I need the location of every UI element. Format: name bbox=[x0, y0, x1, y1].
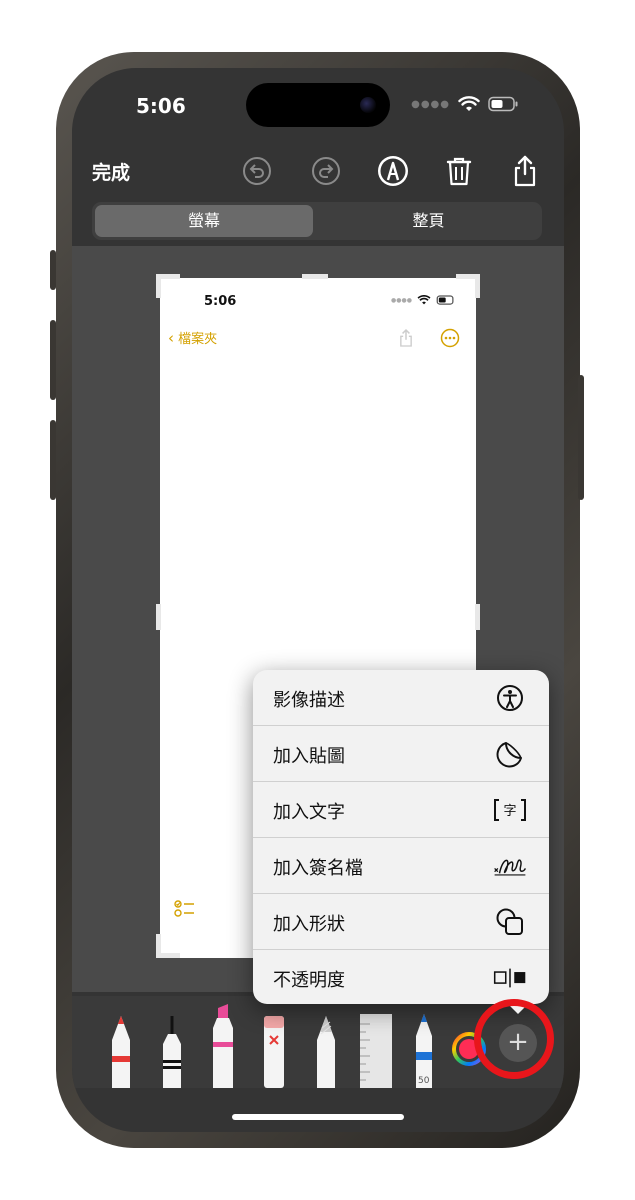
signature-icon bbox=[493, 849, 527, 883]
menu-item-opacity[interactable]: 不透明度 bbox=[253, 950, 549, 1004]
dynamic-island bbox=[246, 83, 390, 127]
crop-handle-right[interactable] bbox=[475, 604, 480, 630]
volume-down-button bbox=[50, 420, 56, 500]
phone-screen: 5:06 ●●●● 完成 螢幕 整頁 5:06 ●●●● ‹ 檔案夾 50 影像… bbox=[72, 68, 564, 1132]
wifi-icon bbox=[458, 96, 480, 111]
power-button bbox=[578, 375, 584, 500]
menu-item-label: 加入形狀 bbox=[273, 914, 345, 935]
share-button[interactable] bbox=[508, 154, 542, 188]
redo-button[interactable] bbox=[309, 154, 343, 188]
tab-screen[interactable]: 螢幕 bbox=[95, 205, 313, 237]
menu-item-add-text[interactable]: 加入文字 字 bbox=[253, 782, 549, 838]
preview-back-label: 檔案夾 bbox=[178, 332, 218, 347]
preview-share-icon bbox=[400, 328, 412, 347]
menu-item-add-sticker[interactable]: 加入貼圖 bbox=[253, 726, 549, 782]
share-icon bbox=[514, 155, 536, 187]
highlight-ring bbox=[474, 999, 554, 1079]
preview-checklist-icon bbox=[174, 900, 194, 917]
sticker-icon bbox=[493, 737, 527, 771]
menu-item-label: 不透明度 bbox=[273, 970, 345, 991]
eraser-tool[interactable] bbox=[260, 1014, 288, 1088]
menu-item-add-shape[interactable]: 加入形狀 bbox=[253, 894, 549, 950]
preview-more-icon bbox=[440, 328, 460, 348]
preview-status-icons: ●●●● bbox=[391, 295, 456, 305]
preview-status-time: 5:06 bbox=[204, 294, 237, 309]
menu-item-label: 加入簽名檔 bbox=[273, 858, 363, 879]
pen-tool[interactable] bbox=[108, 1014, 134, 1088]
chevron-left-icon: ‹ bbox=[168, 329, 174, 347]
menu-item-label: 加入文字 bbox=[273, 802, 345, 823]
marker-tool[interactable] bbox=[209, 1002, 237, 1088]
undo-button[interactable] bbox=[240, 154, 274, 188]
markup-toolbar: 完成 bbox=[72, 152, 564, 196]
menu-item-label: 加入貼圖 bbox=[273, 746, 345, 767]
accessibility-icon bbox=[493, 681, 527, 715]
markup-button[interactable] bbox=[376, 154, 410, 188]
menu-item-add-signature[interactable]: 加入簽名檔 bbox=[253, 838, 549, 894]
tab-full-page[interactable]: 整頁 bbox=[318, 205, 539, 237]
text-box-icon: 字 bbox=[493, 793, 527, 827]
crop-handle-top-right-v[interactable] bbox=[475, 274, 480, 298]
opacity-icon bbox=[493, 961, 527, 995]
svg-text:字: 字 bbox=[503, 804, 516, 819]
ruler-tool[interactable] bbox=[358, 1014, 394, 1088]
done-button[interactable]: 完成 bbox=[92, 158, 130, 185]
undo-icon bbox=[243, 157, 271, 185]
delete-button[interactable] bbox=[442, 154, 476, 188]
trash-icon bbox=[446, 157, 472, 186]
crayon-size-label: 50 bbox=[418, 1076, 430, 1086]
fineliner-tool[interactable] bbox=[159, 1014, 185, 1088]
markup-pen-icon bbox=[378, 156, 408, 186]
home-indicator bbox=[232, 1114, 404, 1120]
menu-item-image-description[interactable]: 影像描述 bbox=[253, 670, 549, 726]
preview-back-link: ‹ 檔案夾 bbox=[168, 328, 217, 347]
volume-up-button bbox=[50, 320, 56, 400]
action-button bbox=[50, 250, 56, 290]
battery-icon bbox=[488, 96, 518, 112]
crop-handle-bottom-left[interactable] bbox=[156, 953, 180, 958]
pencil-tool[interactable] bbox=[313, 1014, 339, 1088]
redo-icon bbox=[312, 157, 340, 185]
status-time: 5:06 bbox=[136, 94, 186, 118]
camera-icon bbox=[360, 97, 376, 113]
signal-dots-icon: ●●●● bbox=[411, 98, 450, 110]
shapes-icon bbox=[493, 905, 527, 939]
status-icons: ●●●● bbox=[411, 96, 518, 112]
crop-handle-top-left-v[interactable] bbox=[156, 274, 161, 298]
preview-battery-icon bbox=[436, 295, 454, 305]
crop-handle-left[interactable] bbox=[156, 604, 161, 630]
screenshot-mode-segment: 螢幕 整頁 bbox=[92, 202, 542, 240]
crop-handle-top[interactable] bbox=[302, 274, 328, 279]
preview-signal-dots-icon: ●●●● bbox=[391, 296, 412, 304]
add-menu: 影像描述 加入貼圖 加入文字 字 加入簽名檔 加入形狀 不透明度 bbox=[253, 670, 549, 1004]
menu-item-label: 影像描述 bbox=[273, 690, 345, 711]
preview-wifi-icon bbox=[417, 295, 431, 305]
